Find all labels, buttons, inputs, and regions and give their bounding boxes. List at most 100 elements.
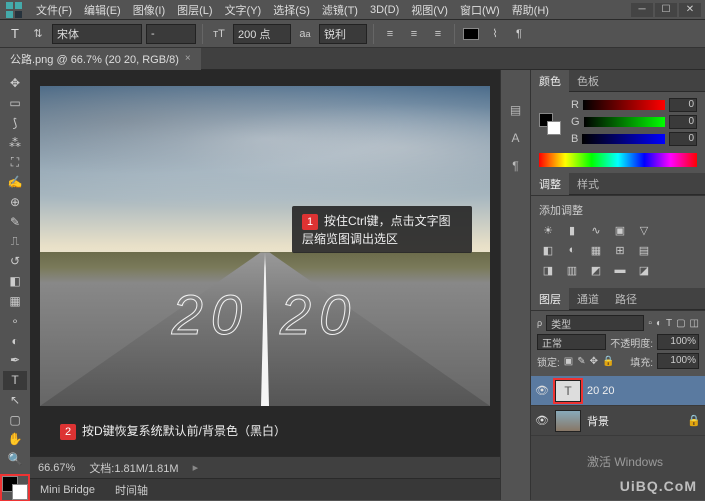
visibility-toggle[interactable]: 👁 <box>535 384 549 397</box>
adj-lookup-icon[interactable]: ▤ <box>635 242 653 258</box>
filter-smart-icon[interactable]: ◫ <box>690 318 699 329</box>
tab-adjustments[interactable]: 调整 <box>531 173 569 195</box>
type-tool[interactable]: T <box>3 371 27 390</box>
adj-vibrance-icon[interactable]: ▽ <box>635 222 653 238</box>
tab-timeline[interactable]: 时间轴 <box>105 479 158 501</box>
adj-threshold-icon[interactable]: ◩ <box>587 262 605 278</box>
menu-layer[interactable]: 图层(L) <box>171 2 218 18</box>
text-orientation-icon[interactable]: ⇅ <box>28 24 48 44</box>
tab-mini-bridge[interactable]: Mini Bridge <box>30 479 105 501</box>
align-right-icon[interactable]: ≡ <box>428 24 448 44</box>
dock-history-icon[interactable]: ▤ <box>505 100 527 120</box>
adj-photo-icon[interactable]: ▦ <box>587 242 605 258</box>
adj-poster-icon[interactable]: ▥ <box>563 262 581 278</box>
adj-bw-icon[interactable]: ◐ <box>563 242 581 258</box>
menu-type[interactable]: 文字(Y) <box>219 2 268 18</box>
panel-color-swatch[interactable] <box>539 113 561 135</box>
crop-tool[interactable]: ⛶ <box>3 153 27 172</box>
gradient-tool[interactable]: ▦ <box>3 292 27 311</box>
lock-pixels-icon[interactable]: ✎ <box>577 356 585 367</box>
fill-value[interactable]: 100% <box>657 353 699 369</box>
history-brush-tool[interactable]: ↺ <box>3 252 27 271</box>
layer-name[interactable]: 20 20 <box>587 385 615 397</box>
dock-char-icon[interactable]: A <box>505 128 527 148</box>
zoom-level[interactable]: 66.67% <box>38 462 75 474</box>
document-tab[interactable]: 公路.png @ 66.7% (20 20, RGB/8) × <box>0 48 201 70</box>
filter-img-icon[interactable]: ▫ <box>648 318 652 329</box>
menu-view[interactable]: 视图(V) <box>405 2 454 18</box>
window-minimize[interactable]: ─ <box>631 3 653 17</box>
healing-tool[interactable]: ⊕ <box>3 193 27 212</box>
tab-color[interactable]: 颜色 <box>531 70 569 92</box>
tab-styles[interactable]: 样式 <box>569 173 607 195</box>
move-tool[interactable]: ✥ <box>3 74 27 93</box>
tab-layers[interactable]: 图层 <box>531 288 569 310</box>
spectrum-bar[interactable] <box>539 153 697 167</box>
layer-filter-kind[interactable]: 类型 <box>546 315 644 331</box>
eraser-tool[interactable]: ◧ <box>3 272 27 291</box>
shape-tool[interactable]: ▢ <box>3 410 27 429</box>
lock-position-icon[interactable]: ✥ <box>590 356 598 367</box>
zoom-tool[interactable]: 🔍 <box>3 450 27 469</box>
tab-swatches[interactable]: 色板 <box>569 70 607 92</box>
menu-window[interactable]: 窗口(W) <box>454 2 506 18</box>
stamp-tool[interactable]: ⎍ <box>3 232 27 251</box>
path-select-tool[interactable]: ↖ <box>3 391 27 410</box>
adj-levels-icon[interactable]: ▮ <box>563 222 581 238</box>
adj-mixer-icon[interactable]: ⊞ <box>611 242 629 258</box>
align-center-icon[interactable]: ≡ <box>404 24 424 44</box>
dodge-tool[interactable]: ◐ <box>3 331 27 350</box>
antialias-select[interactable]: 锐利 <box>319 24 367 44</box>
window-close[interactable]: ✕ <box>679 3 701 17</box>
hand-tool[interactable]: ✋ <box>3 430 27 449</box>
menu-file[interactable]: 文件(F) <box>30 2 78 18</box>
lock-all-icon[interactable]: 🔒 <box>602 356 614 367</box>
b-value[interactable]: 0 <box>669 132 697 146</box>
brush-tool[interactable]: ✎ <box>3 212 27 231</box>
font-style-select[interactable]: - <box>146 24 196 44</box>
blur-tool[interactable]: ∘ <box>3 311 27 330</box>
g-slider[interactable] <box>584 117 665 127</box>
text-color-swatch[interactable] <box>461 24 481 44</box>
color-swatch[interactable] <box>2 476 28 500</box>
adj-gradmap-icon[interactable]: ▬ <box>611 262 629 278</box>
b-slider[interactable] <box>582 134 665 144</box>
align-left-icon[interactable]: ≡ <box>380 24 400 44</box>
r-value[interactable]: 0 <box>669 98 697 112</box>
layer-name[interactable]: 背景 <box>587 413 609 429</box>
menu-help[interactable]: 帮助(H) <box>506 2 555 18</box>
font-size-select[interactable]: 200 点 <box>233 24 291 44</box>
adj-selcolor-icon[interactable]: ◪ <box>635 262 653 278</box>
opacity-value[interactable]: 100% <box>657 334 699 350</box>
menu-filter[interactable]: 滤镜(T) <box>316 2 364 18</box>
layer-thumbnail[interactable]: T <box>555 380 581 402</box>
lasso-tool[interactable]: ⟆ <box>3 114 27 133</box>
tab-paths[interactable]: 路径 <box>607 288 645 310</box>
document-tab-close[interactable]: × <box>185 53 191 64</box>
dock-para-icon[interactable]: ¶ <box>505 156 527 176</box>
filter-type-icon[interactable]: T <box>666 318 672 329</box>
canvas[interactable]: 2020 1按住Ctrl键，点击文字图层缩览图调出选区 <box>40 86 490 406</box>
menu-edit[interactable]: 编辑(E) <box>78 2 127 18</box>
adj-brightness-icon[interactable]: ☀ <box>539 222 557 238</box>
menu-3d[interactable]: 3D(D) <box>364 4 405 16</box>
visibility-toggle[interactable]: 👁 <box>535 414 549 427</box>
layer-row[interactable]: 👁 T 20 20 <box>531 376 705 406</box>
blend-mode-select[interactable]: 正常 <box>537 334 606 350</box>
magic-wand-tool[interactable]: ⁂ <box>3 133 27 152</box>
eyedropper-tool[interactable]: ✍ <box>3 173 27 192</box>
character-panel-icon[interactable]: ¶ <box>509 24 529 44</box>
filter-shape-icon[interactable]: ▢ <box>676 318 685 329</box>
background-color[interactable] <box>12 484 28 500</box>
marquee-tool[interactable]: ▭ <box>3 94 27 113</box>
adj-invert-icon[interactable]: ◨ <box>539 262 557 278</box>
layer-thumbnail[interactable] <box>555 410 581 432</box>
g-value[interactable]: 0 <box>669 115 697 129</box>
tab-channels[interactable]: 通道 <box>569 288 607 310</box>
adj-hue-icon[interactable]: ◧ <box>539 242 557 258</box>
r-slider[interactable] <box>583 100 665 110</box>
filter-adj-icon[interactable]: ◐ <box>656 318 662 329</box>
window-maximize[interactable]: ☐ <box>655 3 677 17</box>
font-family-select[interactable]: 宋体 <box>52 24 142 44</box>
adj-curves-icon[interactable]: ∿ <box>587 222 605 238</box>
